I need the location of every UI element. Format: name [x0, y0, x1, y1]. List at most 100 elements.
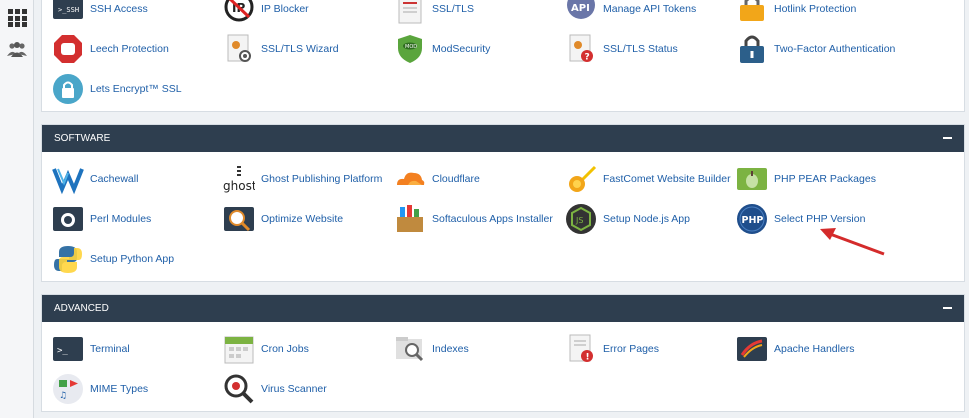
apps-grid-icon[interactable]: [7, 9, 27, 27]
item-ssl-tls-wizard[interactable]: SSL/TLS Wizard: [223, 31, 339, 67]
php-pear-icon: [737, 168, 767, 190]
item-label: SSL/TLS Wizard: [261, 43, 339, 55]
item-ip-blocker[interactable]: IP IP Blocker: [223, 0, 309, 27]
collapse-icon[interactable]: [943, 307, 952, 309]
item-label: Leech Protection: [90, 43, 169, 55]
perl-icon: [53, 207, 83, 231]
item-label: FastComet Website Builder: [603, 173, 731, 185]
padlock-icon: [740, 35, 764, 63]
stop-sign-icon: [54, 35, 82, 63]
item-mime-types[interactable]: ♫ MIME Types: [52, 371, 148, 407]
software-section: SOFTWARE Cachewall ghost Ghost Publishin…: [41, 124, 965, 282]
software-section-header[interactable]: SOFTWARE: [42, 125, 964, 152]
collapse-icon[interactable]: [943, 137, 952, 139]
item-label: Manage API Tokens: [603, 3, 697, 15]
error-pages-icon: !: [569, 334, 593, 363]
item-manage-api-tokens[interactable]: API Manage API Tokens: [565, 0, 696, 27]
ssh-terminal-icon: >_SSH: [53, 0, 83, 19]
php-logo-text: PHP: [742, 215, 764, 226]
advanced-section-header[interactable]: ADVANCED: [42, 295, 964, 322]
item-label: Two-Factor Authentication: [774, 43, 896, 55]
item-ssh-access[interactable]: >_SSH SSH Access: [52, 0, 148, 27]
php-icon: PHP: [737, 204, 767, 234]
item-apache-handlers[interactable]: Apache Handlers: [736, 331, 855, 367]
apache-icon: [737, 337, 767, 361]
item-ssl-tls[interactable]: SSL/TLS: [394, 0, 474, 27]
item-label: MIME Types: [90, 383, 149, 395]
cloudflare-icon: [397, 172, 425, 185]
item-setup-nodejs[interactable]: JS Setup Node.js App: [565, 201, 690, 237]
item-ssl-tls-status[interactable]: ? SSL/TLS Status: [565, 31, 678, 67]
item-softaculous[interactable]: Softaculous Apps Installer: [394, 201, 553, 237]
item-modsecurity[interactable]: MOD ModSecurity: [394, 31, 490, 67]
indexes-icon: [396, 337, 424, 362]
item-virus-scanner[interactable]: Virus Scanner: [223, 371, 327, 407]
item-two-factor-auth[interactable]: Two-Factor Authentication: [736, 31, 895, 67]
item-cachewall[interactable]: Cachewall: [52, 161, 138, 197]
svg-text:API: API: [571, 3, 590, 14]
item-cron-jobs[interactable]: Cron Jobs: [223, 331, 309, 367]
item-fastcomet-builder[interactable]: FastComet Website Builder: [565, 161, 731, 197]
ghost-logo-text: ghost: [223, 179, 255, 193]
svg-text:♫: ♫: [59, 391, 67, 401]
item-label: Ghost Publishing Platform: [261, 173, 383, 185]
terminal-icon: >_: [53, 337, 83, 361]
cachewall-icon: [52, 168, 84, 195]
item-terminal[interactable]: >_ Terminal: [52, 331, 130, 367]
item-label: Softaculous Apps Installer: [432, 213, 553, 225]
svg-text:JS: JS: [575, 216, 583, 225]
item-label: PHP PEAR Packages: [774, 173, 876, 185]
item-label: Setup Python App: [90, 253, 175, 265]
item-label: IP Blocker: [261, 3, 309, 15]
nodejs-icon: JS: [566, 204, 596, 234]
users-icon[interactable]: [7, 40, 27, 58]
svg-text:!: !: [586, 353, 590, 363]
item-label: SSH Access: [90, 3, 148, 15]
optimize-icon: [224, 207, 254, 232]
item-ghost-publishing[interactable]: ghost Ghost Publishing Platform: [223, 161, 382, 197]
item-label: Perl Modules: [90, 213, 152, 225]
item-label: SSL/TLS Status: [603, 43, 678, 55]
svg-text:?: ?: [585, 53, 590, 63]
item-optimize-website[interactable]: Optimize Website: [223, 201, 343, 237]
item-php-pear[interactable]: PHP PEAR Packages: [736, 161, 876, 197]
item-indexes[interactable]: Indexes: [394, 331, 469, 367]
section-title: SOFTWARE: [54, 133, 111, 144]
main-content: >_SSH SSH Access IP IP Blocker SSL/TLS A…: [41, 0, 965, 418]
red-arrow-annotation: [820, 228, 885, 256]
item-error-pages[interactable]: ! Error Pages: [565, 331, 659, 367]
item-label: Indexes: [432, 343, 469, 355]
item-label: Virus Scanner: [261, 383, 327, 395]
lets-encrypt-icon: [53, 74, 83, 104]
item-label: Lets Encrypt™ SSL: [90, 83, 182, 95]
security-section: >_SSH SSH Access IP IP Blocker SSL/TLS A…: [41, 0, 965, 112]
item-perl-modules[interactable]: Perl Modules: [52, 201, 151, 237]
item-hotlink-protection[interactable]: Hotlink Protection: [736, 0, 856, 27]
softaculous-icon: [397, 205, 423, 232]
sidebar: [0, 0, 34, 418]
item-setup-python[interactable]: Setup Python App: [52, 241, 174, 277]
ghost-icon: ghost: [223, 166, 255, 193]
python-icon: [54, 246, 82, 273]
item-lets-encrypt[interactable]: Lets Encrypt™ SSL: [52, 71, 182, 107]
item-label: Setup Node.js App: [603, 213, 690, 225]
ssl-certificate-icon: [398, 0, 422, 24]
rocket-icon: [569, 165, 597, 192]
advanced-section: ADVANCED >_ Terminal Cron Jobs Indexes !…: [41, 294, 965, 412]
item-label: Apache Handlers: [774, 343, 855, 355]
modsecurity-shield-icon: MOD: [398, 35, 422, 63]
svg-text:MOD: MOD: [405, 44, 417, 50]
virus-scanner-icon: [224, 374, 254, 404]
hotlink-lock-icon: [740, 0, 764, 21]
item-label: Terminal: [90, 343, 130, 355]
item-cloudflare[interactable]: Cloudflare: [394, 161, 480, 197]
api-icon: API: [567, 0, 595, 19]
item-leech-protection[interactable]: Leech Protection: [52, 31, 169, 67]
section-title: ADVANCED: [54, 303, 109, 314]
item-label: Cron Jobs: [261, 343, 309, 355]
item-label: Cloudflare: [432, 173, 480, 185]
ssl-status-icon: ?: [569, 34, 593, 63]
ssl-wizard-icon: [227, 34, 251, 62]
item-label: Cachewall: [90, 173, 139, 185]
svg-text:>_: >_: [57, 346, 68, 356]
